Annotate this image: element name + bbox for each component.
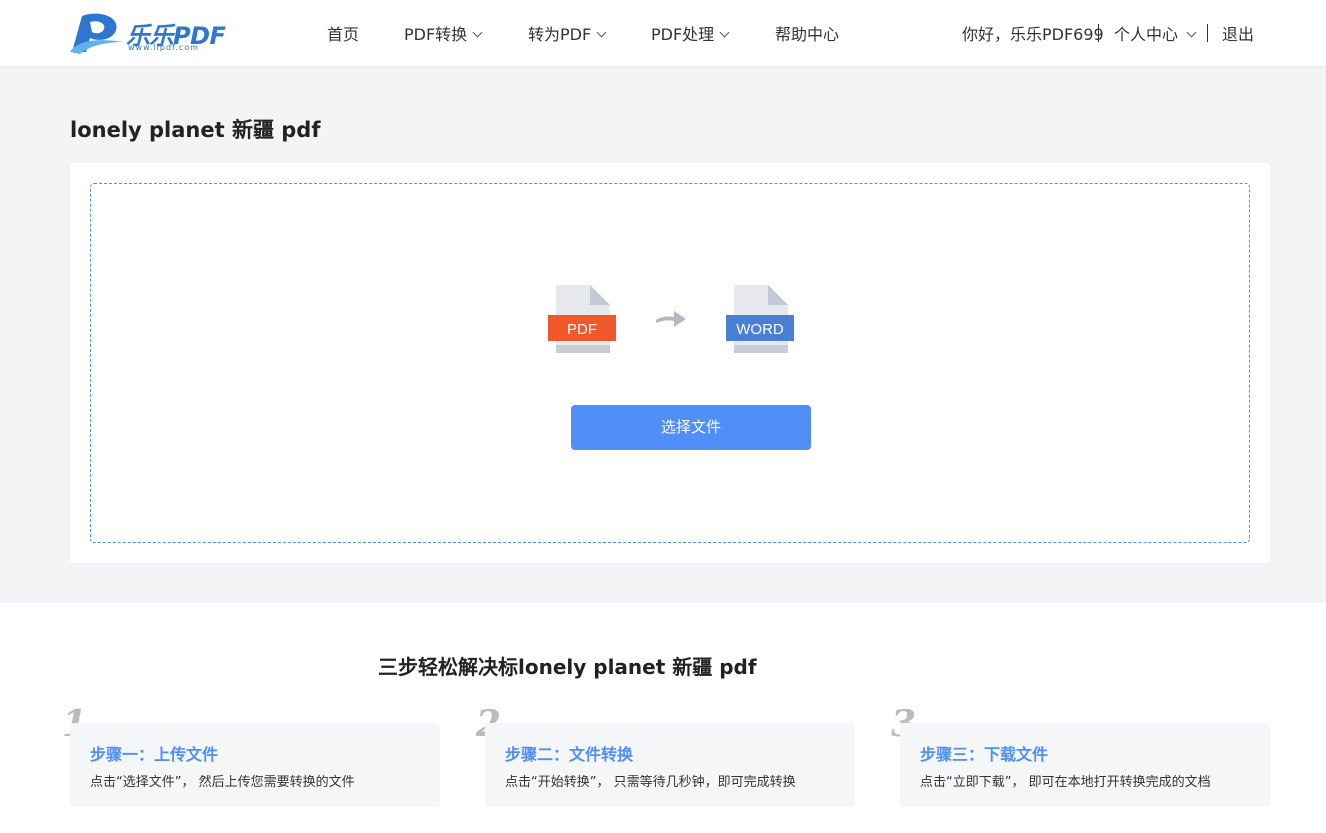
nav-to-pdf-label: 转为PDF [528,25,592,44]
arrow-right-icon [656,311,686,327]
step-title: 步骤二：文件转换 [505,745,634,764]
nav-pdf-process[interactable]: PDF处理 [651,21,730,45]
user-greeting: 你好，乐乐PDF699 [962,25,1104,44]
logout-link[interactable]: 退出 [1222,21,1254,45]
divider [1207,24,1208,42]
select-file-button[interactable]: 选择文件 [571,405,811,450]
nav-home-label: 首页 [327,25,360,44]
nav-help-label: 帮助中心 [775,25,840,44]
top-header: 乐乐PDF www.llpdf.com 首页 PDF转换 转为PDF PDF处理… [0,0,1326,66]
step-desc: 点击“选择文件”， 然后上传您需要转换的文件 [90,775,355,790]
user-center-menu[interactable]: 个人中心 [1114,21,1197,45]
step-title: 步骤三：下载文件 [920,745,1049,764]
upload-card: PDF WORD 选择文件 [70,163,1270,563]
step-desc: 点击“立即下载”， 即可在本地打开转换完成的文档 [920,775,1211,790]
chevron-down-icon [719,27,730,38]
page-title: lonely planet 新疆 pdf [70,118,321,142]
file-dropzone[interactable]: PDF WORD 选择文件 [90,183,1250,543]
nav-pdf-convert-label: PDF转换 [404,25,468,44]
divider [1098,24,1099,42]
nav-to-pdf[interactable]: 转为PDF [528,21,607,45]
word-badge-label: WORD [736,321,784,338]
nav-pdf-convert[interactable]: PDF转换 [404,21,483,45]
user-center-label: 个人中心 [1114,25,1179,44]
nav-pdf-process-label: PDF处理 [651,25,715,44]
nav-home[interactable]: 首页 [327,21,359,45]
chevron-down-icon [1186,27,1197,38]
step-desc: 点击“开始转换”， 只需等待几秒钟，即可完成转换 [505,775,796,790]
chevron-down-icon [472,27,483,38]
nav-help[interactable]: 帮助中心 [775,21,839,45]
word-file-icon: WORD [726,285,794,353]
steps-title: 三步轻松解决标lonely planet 新疆 pdf [378,655,757,679]
step-card-convert: 步骤二：文件转换 点击“开始转换”， 只需等待几秒钟，即可完成转换 [485,723,855,807]
chevron-down-icon [596,27,607,38]
steps-section: 三步轻松解决标lonely planet 新疆 pdf 1 步骤一：上传文件 点… [0,603,1326,833]
step-title: 步骤一：上传文件 [90,745,219,764]
step-card-upload: 步骤一：上传文件 点击“选择文件”， 然后上传您需要转换的文件 [70,723,440,807]
pdf-file-icon: PDF [548,285,616,353]
logo[interactable]: 乐乐PDF www.llpdf.com [68,12,230,54]
logo-icon [70,13,124,54]
step-card-download: 步骤三：下载文件 点击“立即下载”， 即可在本地打开转换完成的文档 [900,723,1270,807]
pdf-badge-label: PDF [567,321,597,338]
logo-url: www.llpdf.com [128,43,199,52]
